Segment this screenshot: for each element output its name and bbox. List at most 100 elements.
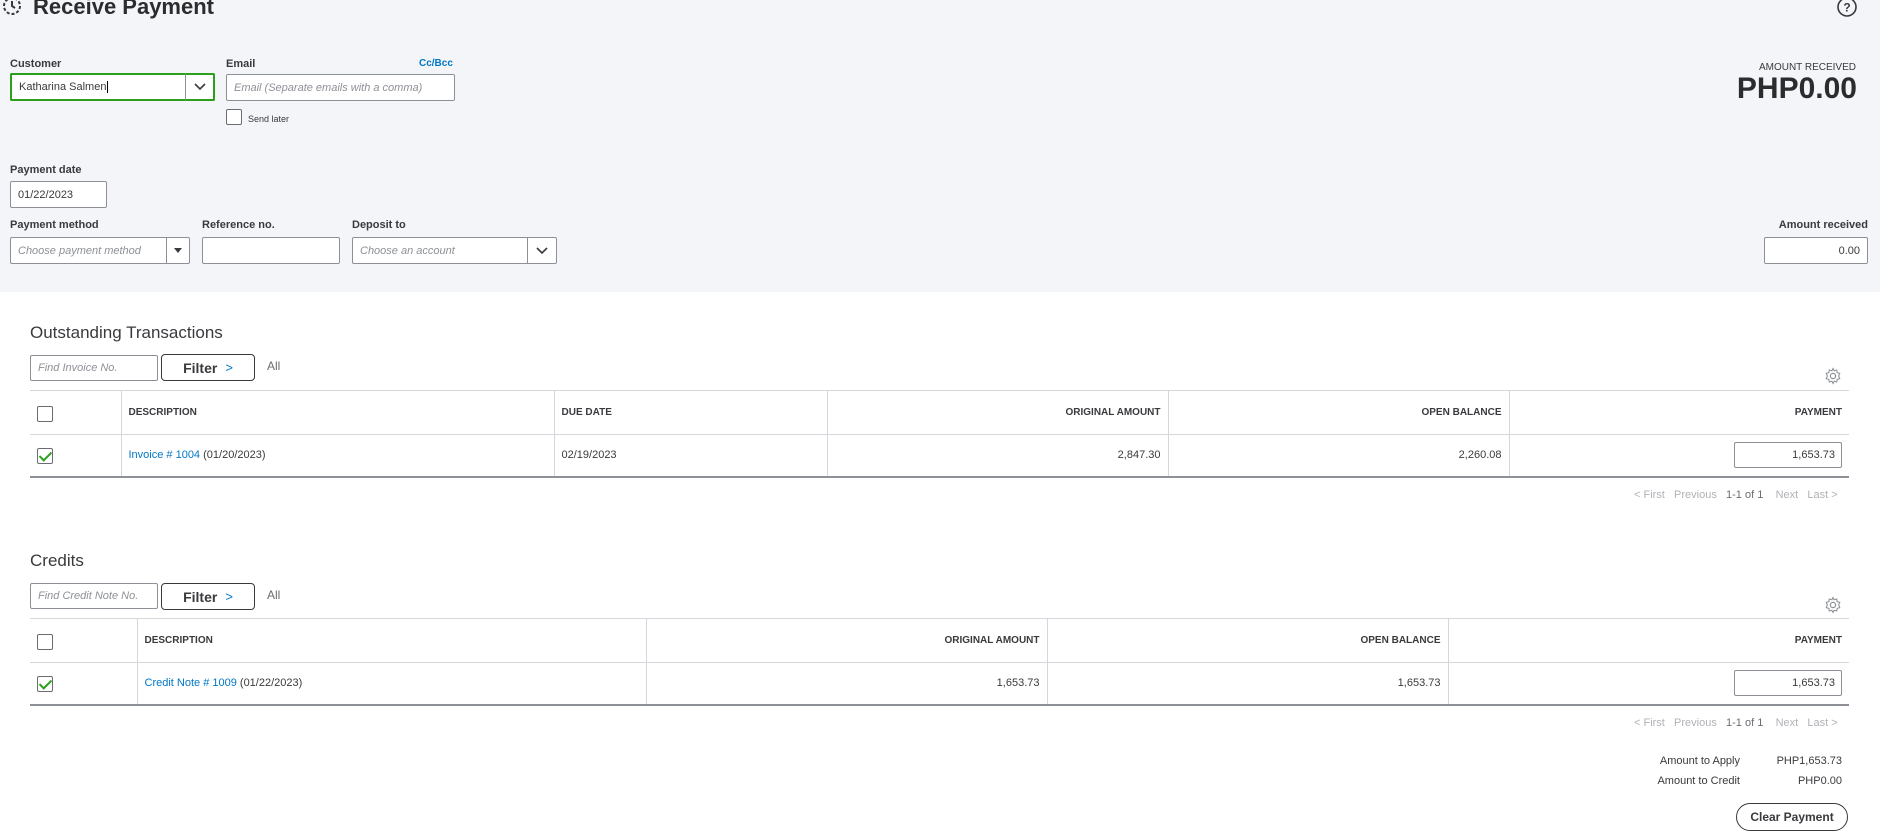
svg-text:?: ? <box>1843 1 1850 15</box>
payment-method-placeholder: Choose payment method <box>18 244 141 257</box>
outstanding-filter-button[interactable]: Filter > <box>161 354 255 381</box>
payment-date-value: 01/22/2023 <box>18 188 74 201</box>
find-credit-placeholder: Find Credit Note No. <box>38 590 139 602</box>
invoice-date: (01/20/2023) <box>203 449 266 462</box>
col-description[interactable]: DESCRIPTION <box>137 618 647 663</box>
pager-next[interactable]: Next <box>1776 717 1799 729</box>
chevron-right-icon: > <box>225 360 233 375</box>
description-cell: Credit Note # 1009 (01/22/2023) <box>137 662 647 706</box>
deposit-to-input[interactable]: Choose an account <box>352 237 528 264</box>
customer-value: Katharina Salmen <box>19 81 107 93</box>
amount-received-field-label: Amount received <box>1778 219 1868 231</box>
reference-input[interactable] <box>202 237 340 264</box>
chevron-right-icon: > <box>225 589 233 604</box>
find-invoice-placeholder: Find Invoice No. <box>38 362 118 374</box>
page-title: Receive Payment <box>33 0 214 19</box>
payment-date-label: Payment date <box>10 164 82 176</box>
credit-note-date: (01/22/2023) <box>239 677 303 690</box>
select-all-cell <box>30 390 122 435</box>
outstanding-table: DESCRIPTION DUE DATE ORIGINAL AMOUNT OPE… <box>30 390 1849 478</box>
deposit-to-label: Deposit to <box>352 219 406 231</box>
pager-range: 1-1 of 1 <box>1726 489 1764 501</box>
select-all-checkbox[interactable] <box>37 634 53 650</box>
deposit-to-placeholder: Choose an account <box>360 244 455 257</box>
credit-note-link[interactable]: Credit Note # 1009 <box>145 677 237 689</box>
email-label: Email <box>226 58 256 70</box>
open-balance-cell: 1,653.73 <box>1047 662 1449 706</box>
credits-all-label: All <box>267 588 281 602</box>
pager-previous[interactable]: Previous <box>1674 489 1717 501</box>
clear-payment-button[interactable]: Clear Payment <box>1736 803 1848 831</box>
row-checkbox[interactable] <box>37 676 53 692</box>
gear-icon[interactable] <box>1824 596 1842 614</box>
credits-filter-button[interactable]: Filter > <box>161 583 255 610</box>
send-later-label: Send later <box>248 114 290 124</box>
pager-last[interactable]: Last > <box>1807 489 1837 501</box>
col-payment[interactable]: PAYMENT <box>1448 618 1849 663</box>
amount-received-value: 0.00 <box>1838 244 1860 257</box>
customer-label: Customer <box>10 58 62 70</box>
col-open-balance[interactable]: OPEN BALANCE <box>1168 390 1510 435</box>
pager-next[interactable]: Next <box>1776 489 1799 501</box>
amount-to-apply-label: Amount to Apply <box>1659 755 1740 767</box>
pager-previous[interactable]: Previous <box>1674 717 1717 729</box>
col-due-date[interactable]: DUE DATE <box>554 390 828 435</box>
col-open-balance[interactable]: OPEN BALANCE <box>1047 618 1449 663</box>
history-icon <box>3 0 21 15</box>
customer-input[interactable]: Katharina Salmen <box>10 73 186 101</box>
payment-method-input[interactable]: Choose payment method <box>10 237 168 264</box>
payment-cell: 1,653.73 <box>1448 662 1849 706</box>
col-original-amount[interactable]: ORIGINAL AMOUNT <box>646 618 1048 663</box>
pager-range: 1-1 of 1 <box>1726 717 1764 729</box>
amount-received-total: PHP0.00 <box>1736 72 1857 105</box>
table-row: Invoice # 1004 (01/20/2023) 02/19/2023 2… <box>30 434 1849 478</box>
table-header-row: DESCRIPTION DUE DATE ORIGINAL AMOUNT OPE… <box>30 390 1849 435</box>
col-payment[interactable]: PAYMENT <box>1509 390 1849 435</box>
email-input[interactable]: Email (Separate emails with a comma) <box>226 74 455 101</box>
reference-label: Reference no. <box>202 219 275 231</box>
select-all-checkbox[interactable] <box>37 406 53 422</box>
outstanding-all-label: All <box>267 359 281 373</box>
chevron-down-icon <box>193 83 206 91</box>
find-invoice-input[interactable]: Find Invoice No. <box>30 355 158 381</box>
find-credit-input[interactable]: Find Credit Note No. <box>30 583 158 609</box>
table-header-row: DESCRIPTION ORIGINAL AMOUNT OPEN BALANCE… <box>30 618 1849 663</box>
table-row: Credit Note # 1009 (01/22/2023) 1,653.73… <box>30 662 1849 706</box>
invoice-link[interactable]: Invoice # 1004 <box>129 449 201 461</box>
payment-input[interactable]: 1,653.73 <box>1734 442 1842 469</box>
caret-down-icon <box>174 247 182 253</box>
row-checkbox[interactable] <box>37 448 53 464</box>
customer-dropdown-button[interactable] <box>185 73 215 101</box>
payment-method-label: Payment method <box>10 219 99 231</box>
pager-first[interactable]: < First <box>1634 489 1665 501</box>
payment-method-dropdown-button[interactable] <box>166 237 190 264</box>
col-original-amount[interactable]: ORIGINAL AMOUNT <box>827 390 1169 435</box>
amount-received-input[interactable]: 0.00 <box>1764 237 1868 264</box>
select-all-cell <box>30 618 138 663</box>
original-amount-cell: 2,847.30 <box>827 434 1169 478</box>
gear-icon[interactable] <box>1824 367 1842 385</box>
amount-to-credit-label: Amount to Credit <box>1657 775 1740 787</box>
pager-last[interactable]: Last > <box>1807 717 1837 729</box>
col-description[interactable]: DESCRIPTION <box>121 390 555 435</box>
description-cell: Invoice # 1004 (01/20/2023) <box>121 434 555 478</box>
row-check-cell <box>30 434 122 478</box>
filter-label: Filter <box>183 359 218 376</box>
payment-cell: 1,653.73 <box>1509 434 1849 478</box>
amount-to-apply-value: PHP1,653.73 <box>1776 755 1842 767</box>
original-amount-cell: 1,653.73 <box>646 662 1048 706</box>
pager-first[interactable]: < First <box>1634 717 1665 729</box>
filter-label: Filter <box>183 588 218 605</box>
payment-input[interactable]: 1,653.73 <box>1734 670 1842 697</box>
deposit-to-dropdown-button[interactable] <box>527 237 557 264</box>
credits-table: DESCRIPTION ORIGINAL AMOUNT OPEN BALANCE… <box>30 618 1849 706</box>
send-later-checkbox[interactable] <box>226 109 242 125</box>
payment-date-input[interactable]: 01/22/2023 <box>10 181 107 208</box>
cc-bcc-link[interactable]: Cc/Bcc <box>419 58 453 69</box>
amount-to-credit-value: PHP0.00 <box>1797 775 1842 787</box>
row-check-cell <box>30 662 138 706</box>
chevron-down-icon <box>536 246 548 254</box>
due-date-cell: 02/19/2023 <box>554 434 828 478</box>
help-circle-icon[interactable]: ? <box>1836 0 1858 18</box>
email-placeholder: Email (Separate emails with a comma) <box>234 81 423 94</box>
